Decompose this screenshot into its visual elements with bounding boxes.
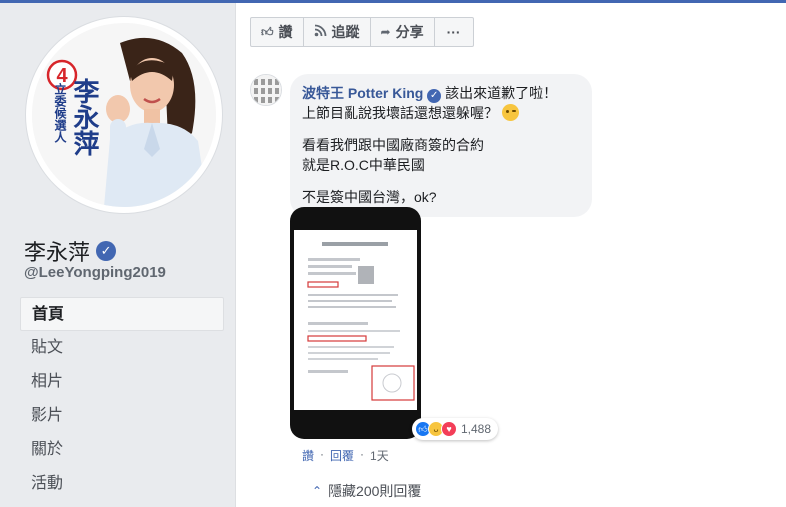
page-name-text[interactable]: 李永萍 — [24, 235, 90, 267]
attached-contract-photo[interactable] — [290, 207, 421, 439]
page-action-bar: 👍︎ 讚 追蹤 ➦ 分享 ··· — [250, 17, 474, 47]
profile-photo: 4 李永萍 立委候選人 — [32, 23, 216, 207]
nav-item-posts[interactable]: 貼文 — [20, 331, 224, 365]
page-sidebar: 4 李永萍 立委候選人 李永萍 ✓ @LeeYongping2019 首頁 貼文… — [0, 3, 236, 507]
page-name[interactable]: 李永萍 ✓ — [24, 235, 117, 267]
page-handle[interactable]: @LeeYongping2019 — [24, 264, 166, 281]
candidate-subtitle-vertical: 立委候選人 — [53, 82, 67, 143]
comment-line-2: 上節目亂說我壞話還想還躲喔？ — [302, 105, 498, 121]
meta-separator: · — [360, 447, 365, 461]
follow-button[interactable]: 追蹤 — [304, 18, 371, 46]
thumbs-up-icon: 👍︎ — [261, 24, 274, 39]
comment-line-3: 看看我們跟中國廠商簽的合約 — [302, 137, 484, 153]
more-options-button[interactable]: ··· — [435, 18, 473, 46]
share-label: 分享 — [395, 24, 424, 40]
more-options-icon: ··· — [446, 24, 461, 40]
nav-item-home[interactable]: 首頁 — [20, 297, 224, 331]
contract-document-image — [294, 230, 417, 410]
share-arrow-icon: ➦ — [380, 25, 391, 39]
follow-label: 追蹤 — [331, 24, 360, 40]
reaction-summary[interactable]: 👍︎ ᴗ ♥ 1,488 — [412, 418, 499, 440]
meta-separator: · — [320, 447, 325, 461]
like-page-label: 讚 — [278, 24, 293, 40]
reaction-icons: 👍︎ ᴗ ♥ — [415, 421, 457, 437]
comment-line-1: 該出來道歉了啦！ — [445, 85, 558, 101]
comment-meta: 讚 · 回覆 · 1天 — [302, 447, 389, 464]
comment-line-5: 不是簽中國台灣，ok? — [302, 189, 437, 205]
winking-face-icon — [501, 104, 519, 121]
candidate-illustration: 4 李永萍 立委候選人 — [32, 23, 216, 207]
nav-item-events[interactable]: 活動 — [20, 467, 224, 501]
comment-time[interactable]: 1天 — [370, 447, 389, 464]
nav-item-about[interactable]: 關於 — [20, 433, 224, 467]
main-content: 👍︎ 讚 追蹤 ➦ 分享 ··· 波特王 Potter King ✓ 該出來道歉… — [236, 3, 786, 507]
verified-badge-icon: ✓ — [96, 241, 117, 261]
nav-item-photos[interactable]: 相片 — [20, 365, 224, 399]
chevron-up-icon: ⌃ — [312, 484, 323, 498]
reaction-count: 1,488 — [461, 422, 492, 436]
commenter-avatar-pattern — [251, 75, 281, 105]
comment-like-link[interactable]: 讚 — [302, 447, 314, 464]
love-reaction-icon: ♥ — [441, 421, 457, 437]
page-nav: 首頁 貼文 相片 影片 關於 活動 — [20, 297, 224, 501]
hide-replies-link[interactable]: ⌃ 隱藏200則回覆 — [312, 481, 421, 501]
comment-line-4: 就是R.O.C中華民國 — [302, 157, 425, 173]
nav-item-videos[interactable]: 影片 — [20, 399, 224, 433]
profile-picture[interactable]: 4 李永萍 立委候選人 — [26, 17, 222, 213]
like-page-button[interactable]: 👍︎ 讚 — [251, 18, 304, 46]
comment-bubble: 波特王 Potter King ✓ 該出來道歉了啦！ 上節目亂說我壞話還想還躲喔… — [290, 74, 592, 217]
comment-author[interactable]: 波特王 Potter King — [302, 85, 423, 101]
commenter-avatar[interactable] — [250, 74, 282, 106]
candidate-name-vertical: 李永萍 — [69, 78, 100, 156]
author-verified-icon: ✓ — [427, 89, 442, 103]
share-button[interactable]: ➦ 分享 — [371, 18, 435, 46]
comment-reply-link[interactable]: 回覆 — [330, 447, 354, 464]
hide-replies-label: 隱藏200則回覆 — [328, 483, 422, 499]
rss-icon — [314, 24, 327, 40]
contract-page-illustration — [307, 242, 415, 401]
